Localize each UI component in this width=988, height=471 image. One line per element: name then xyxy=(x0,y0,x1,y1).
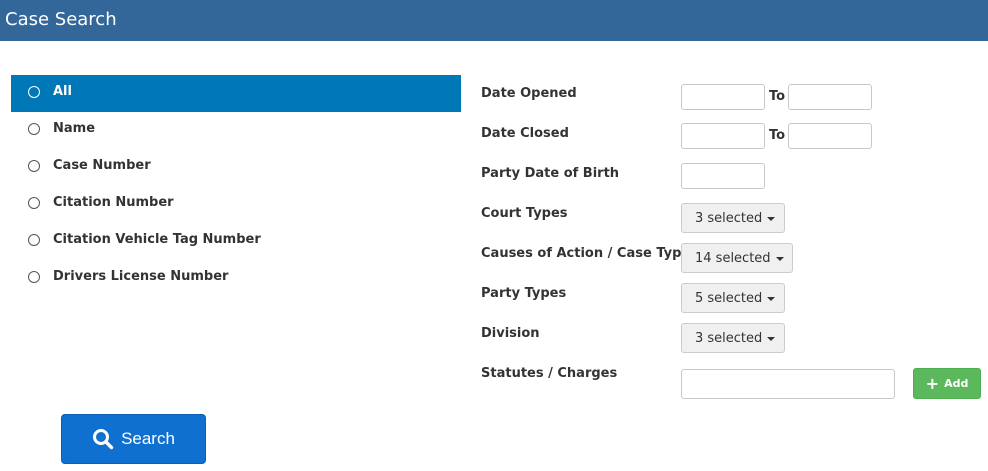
date-opened-to-input[interactable] xyxy=(788,84,872,110)
page-header: Case Search xyxy=(0,0,988,41)
search-option-name[interactable]: Name xyxy=(11,112,461,149)
radio-button[interactable] xyxy=(28,197,40,209)
search-option-case-number[interactable]: Case Number xyxy=(11,149,461,186)
search-option-label: Citation Vehicle Tag Number xyxy=(53,232,261,247)
radio-button[interactable] xyxy=(28,86,40,98)
date-opened-from-input[interactable] xyxy=(681,84,765,110)
page-title: Case Search xyxy=(5,9,117,30)
search-option-label: Case Number xyxy=(53,158,151,173)
court-types-dropdown[interactable]: 3 selected xyxy=(681,203,785,233)
division-dropdown[interactable]: 3 selected xyxy=(681,323,785,353)
court-types-label: Court Types xyxy=(481,206,568,221)
search-option-label: Citation Number xyxy=(53,195,174,210)
date-opened-to-label: To xyxy=(769,89,786,104)
division-selected-text: 3 selected xyxy=(695,330,763,346)
party-types-label: Party Types xyxy=(481,286,567,301)
search-button[interactable]: Search xyxy=(61,414,206,464)
search-option-label: Drivers License Number xyxy=(53,269,229,284)
add-button-label: Add xyxy=(944,377,969,390)
caret-down-icon xyxy=(767,297,776,301)
court-types-selected-text: 3 selected xyxy=(695,210,763,226)
search-button-label: Search xyxy=(121,429,175,448)
search-option-label: All xyxy=(53,84,72,99)
date-closed-to-label: To xyxy=(769,128,786,143)
date-opened-label: Date Opened xyxy=(481,86,577,101)
radio-button[interactable] xyxy=(28,271,40,283)
plus-icon: + xyxy=(925,373,940,393)
date-closed-label: Date Closed xyxy=(481,126,569,141)
radio-button[interactable] xyxy=(28,123,40,135)
caret-down-icon xyxy=(767,337,776,341)
party-dob-label: Party Date of Birth xyxy=(481,166,620,181)
statutes-charges-input[interactable] xyxy=(681,369,895,399)
date-closed-to-input[interactable] xyxy=(788,123,872,149)
causes-of-action-label: Causes of Action / Case Types xyxy=(481,246,698,261)
causes-of-action-selected-text: 14 selected xyxy=(695,250,771,266)
search-icon xyxy=(93,429,114,450)
causes-of-action-dropdown[interactable]: 14 selected xyxy=(681,243,793,273)
search-option-citation-vehicle-tag-number[interactable]: Citation Vehicle Tag Number xyxy=(11,223,461,260)
search-option-all[interactable]: All xyxy=(11,75,461,112)
radio-button[interactable] xyxy=(28,160,40,172)
party-dob-input[interactable] xyxy=(681,163,765,189)
add-statute-button[interactable]: + Add xyxy=(913,368,981,399)
radio-button[interactable] xyxy=(28,234,40,246)
date-closed-from-input[interactable] xyxy=(681,123,765,149)
search-type-options: All Name Case Number Citation Number Cit… xyxy=(11,75,461,297)
search-option-label: Name xyxy=(53,121,96,136)
caret-down-icon xyxy=(775,257,784,261)
search-option-citation-number[interactable]: Citation Number xyxy=(11,186,461,223)
division-label: Division xyxy=(481,326,540,341)
party-types-selected-text: 5 selected xyxy=(695,290,763,306)
caret-down-icon xyxy=(767,217,776,221)
statutes-charges-label: Statutes / Charges xyxy=(481,366,618,381)
search-option-drivers-license-number[interactable]: Drivers License Number xyxy=(11,260,461,297)
party-types-dropdown[interactable]: 5 selected xyxy=(681,283,785,313)
